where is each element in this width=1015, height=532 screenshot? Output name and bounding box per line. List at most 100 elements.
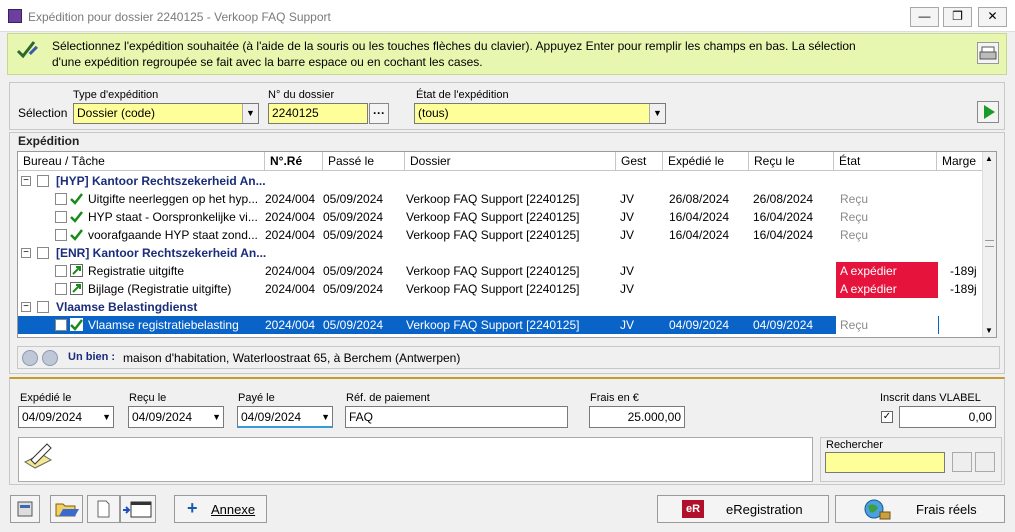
expedie-date-field[interactable]: 04/09/2024 ▼ xyxy=(18,406,114,428)
paye-label: Payé le xyxy=(238,392,275,404)
chevron-down-icon[interactable]: ▼ xyxy=(649,104,665,123)
type-select[interactable]: Dossier (code) ▼ xyxy=(73,103,259,124)
cell-passe: 05/09/2024 xyxy=(323,210,384,224)
group-checkbox[interactable] xyxy=(37,301,49,313)
calendar-icon xyxy=(123,501,152,518)
new-document-button[interactable] xyxy=(87,495,120,523)
cell-task: Uitgifte neerleggen op het hyp... xyxy=(88,192,259,206)
dossier-browse-button[interactable]: ··· xyxy=(369,103,389,124)
recu-date-value: 04/09/2024 xyxy=(132,410,193,424)
print-button[interactable] xyxy=(977,42,999,64)
properties-button[interactable] xyxy=(10,495,40,523)
calendar-button[interactable] xyxy=(120,495,156,523)
row-checkbox[interactable] xyxy=(55,211,67,223)
group-row[interactable]: − Vlaamse Belastingdienst xyxy=(18,298,983,316)
close-button[interactable]: ✕ xyxy=(978,7,1007,27)
cell-nre: 2024/004 xyxy=(265,264,316,278)
col-etat[interactable]: État xyxy=(834,152,937,171)
chevron-down-icon[interactable]: ▼ xyxy=(212,407,221,427)
group-checkbox[interactable] xyxy=(37,247,49,259)
vertical-scrollbar[interactable]: ▲ ▼ xyxy=(982,152,996,337)
table-row-selected[interactable]: Vlaamse registratiebelasting 2024/004 05… xyxy=(18,316,939,334)
dossier-label: N° du dossier xyxy=(268,89,335,101)
etat-label: État de l'expédition xyxy=(416,89,509,101)
table-row[interactable]: Registratie uitgifte 2024/004 05/09/2024… xyxy=(18,262,983,280)
dossier-input[interactable]: 2240125 xyxy=(268,103,368,124)
cell-gest: JV xyxy=(620,228,635,242)
table-row[interactable]: HYP staat - Oorspronkelijke vi... 2024/0… xyxy=(18,208,983,226)
cell-expedie: 16/04/2024 xyxy=(669,210,730,224)
scroll-down-icon[interactable]: ▼ xyxy=(985,326,993,335)
open-folder-button[interactable] xyxy=(50,495,83,523)
eregistration-icon: eR xyxy=(682,500,704,518)
chevron-down-icon[interactable]: ▼ xyxy=(242,104,258,123)
cell-nre: 2024/004 xyxy=(265,282,316,296)
col-bureau[interactable]: Bureau / Tâche xyxy=(18,152,265,171)
search-input[interactable] xyxy=(825,452,945,473)
info-line-1: Sélectionnez l'expédition souhaitée (à l… xyxy=(52,39,856,53)
etat-select[interactable]: (tous) ▼ xyxy=(414,103,666,124)
cell-etat: A expédier xyxy=(836,262,938,280)
frais-reels-button[interactable]: Frais réels xyxy=(835,495,1005,523)
window-title: Expédition pour dossier 2240125 - Verkoo… xyxy=(28,10,331,24)
row-checkbox[interactable] xyxy=(55,229,67,241)
col-marge[interactable]: Marge xyxy=(937,152,983,171)
cell-task: HYP staat - Oorspronkelijke vi... xyxy=(88,210,258,224)
paye-date-value: 04/09/2024 xyxy=(241,410,302,424)
search-prev-icon[interactable] xyxy=(952,452,972,472)
plus-icon: + xyxy=(187,498,198,518)
cell-gest: JV xyxy=(620,210,635,224)
prev-property-icon[interactable] xyxy=(22,350,38,366)
chevron-down-icon[interactable]: ▼ xyxy=(321,407,330,427)
vlabel-checkbox[interactable]: ✓ xyxy=(881,411,893,423)
row-checkbox[interactable] xyxy=(55,265,67,277)
group-name: [ENR] Kantoor Rechtszekerheid An... xyxy=(56,246,267,260)
memo-area[interactable] xyxy=(18,437,813,482)
type-select-value: Dossier (code) xyxy=(77,106,156,120)
row-checkbox[interactable] xyxy=(55,283,67,295)
col-recu[interactable]: Reçu le xyxy=(749,152,834,171)
check-icon xyxy=(70,211,83,223)
row-checkbox[interactable] xyxy=(55,319,67,331)
run-button[interactable] xyxy=(977,101,999,123)
restore-button[interactable]: ❐ xyxy=(943,7,972,27)
check-icon xyxy=(70,193,83,205)
col-dossier[interactable]: Dossier xyxy=(405,152,616,171)
row-checkbox[interactable] xyxy=(55,193,67,205)
send-icon xyxy=(70,264,83,277)
next-property-icon[interactable] xyxy=(42,350,58,366)
selection-label: Sélection xyxy=(18,106,68,120)
minimize-button[interactable]: — xyxy=(910,7,939,27)
cell-dossier: Verkoop FAQ Support [2240125] xyxy=(406,318,580,332)
collapse-icon[interactable]: − xyxy=(21,248,31,258)
annexe-button[interactable]: + Annexe xyxy=(174,495,267,523)
paye-date-field[interactable]: 04/09/2024 ▼ xyxy=(237,406,333,428)
folder-open-icon xyxy=(55,503,79,517)
table-row[interactable]: Bijlage (Registratie uitgifte) 2024/004 … xyxy=(18,280,983,298)
annexe-label: Annexe xyxy=(211,502,256,517)
cell-task: Bijlage (Registratie uitgifte) xyxy=(88,282,232,296)
expedition-grid[interactable]: Bureau / Tâche N°.Ré Passé le Dossier Ge… xyxy=(17,151,997,338)
vlabel-input[interactable]: 0,00 xyxy=(899,406,996,428)
search-next-icon[interactable] xyxy=(975,452,995,472)
collapse-icon[interactable]: − xyxy=(21,176,31,186)
collapse-icon[interactable]: − xyxy=(21,302,31,312)
ref-input[interactable]: FAQ xyxy=(345,406,568,428)
col-gest[interactable]: Gest xyxy=(616,152,663,171)
group-row[interactable]: − [ENR] Kantoor Rechtszekerheid An... xyxy=(18,244,983,262)
col-expedie[interactable]: Expédié le xyxy=(663,152,749,171)
cell-gest: JV xyxy=(620,282,635,296)
scroll-thumb[interactable] xyxy=(985,240,994,247)
table-row[interactable]: Uitgifte neerleggen op het hyp... 2024/0… xyxy=(18,190,983,208)
group-row[interactable]: − [HYP] Kantoor Rechtszekerheid An... xyxy=(18,172,983,190)
cell-recu: 26/08/2024 xyxy=(753,192,814,206)
col-passe[interactable]: Passé le xyxy=(323,152,405,171)
table-row[interactable]: voorafgaande HYP staat zond... 2024/004 … xyxy=(18,226,983,244)
col-nre[interactable]: N°.Ré xyxy=(265,152,323,171)
recu-date-field[interactable]: 04/09/2024 ▼ xyxy=(128,406,224,428)
group-checkbox[interactable] xyxy=(37,175,49,187)
chevron-down-icon[interactable]: ▼ xyxy=(102,407,111,427)
frais-input[interactable]: 25.000,00 xyxy=(589,406,685,428)
eregistration-button[interactable]: eR eRegistration xyxy=(657,495,829,523)
scroll-up-icon[interactable]: ▲ xyxy=(985,154,993,163)
